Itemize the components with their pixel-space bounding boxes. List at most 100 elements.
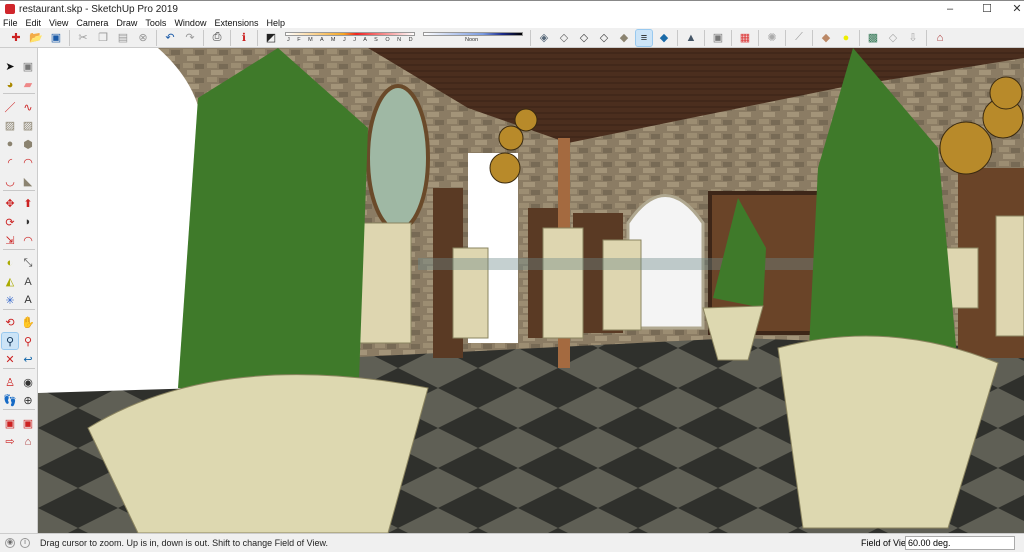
toolbar-separator bbox=[69, 29, 70, 46]
monochrome-icon[interactable]: ◆ bbox=[656, 30, 672, 46]
menu-view[interactable]: View bbox=[49, 18, 68, 28]
photo-texture-icon[interactable]: ◇ bbox=[885, 30, 901, 46]
walk-icon[interactable]: 👣 bbox=[2, 393, 18, 409]
paint-bucket-icon[interactable]: ◕ bbox=[2, 77, 18, 93]
back-edges-icon[interactable]: ◇ bbox=[556, 30, 572, 46]
move-icon[interactable]: ✥ bbox=[2, 196, 18, 212]
freehand-icon[interactable]: ∿ bbox=[20, 99, 36, 115]
close-button[interactable]: ✕ bbox=[1002, 1, 1024, 18]
toolbar-separator bbox=[812, 29, 813, 46]
arc-icon[interactable]: ◜ bbox=[2, 155, 18, 171]
xray-icon[interactable]: ◈ bbox=[536, 30, 552, 46]
component-icon[interactable]: ▣ bbox=[20, 58, 36, 74]
dimension-icon[interactable]: ⤡ bbox=[20, 255, 36, 271]
tape-measure-icon[interactable]: ◐ bbox=[2, 255, 18, 271]
two-point-arc-icon[interactable]: ◠ bbox=[20, 155, 36, 171]
protractor-icon[interactable]: ◭ bbox=[2, 274, 18, 290]
push-pull-icon[interactable]: ⬆ bbox=[20, 196, 36, 212]
pan-icon[interactable]: ✋ bbox=[20, 315, 36, 331]
menu-draw[interactable]: Draw bbox=[116, 18, 137, 28]
menu-extensions[interactable]: Extensions bbox=[214, 18, 258, 28]
minimize-button[interactable]: – bbox=[935, 1, 965, 18]
3d-viewport[interactable] bbox=[38, 48, 1024, 533]
measurements-box[interactable]: 60.00 deg. bbox=[905, 536, 1015, 550]
window-title: restaurant.skp - SketchUp Pro 2019 bbox=[19, 3, 178, 15]
eraser-icon[interactable]: ▰ bbox=[20, 77, 36, 93]
polygon-icon[interactable]: ⬢ bbox=[20, 136, 36, 152]
info-icon[interactable]: i bbox=[20, 538, 30, 548]
new-icon[interactable]: ✚ bbox=[8, 30, 24, 46]
zoom-window-icon[interactable]: ⚲ bbox=[20, 333, 36, 349]
menu-tools[interactable]: Tools bbox=[145, 18, 166, 28]
three-point-arc-icon[interactable]: ◡ bbox=[2, 173, 18, 189]
previous-view-icon[interactable]: ↩ bbox=[20, 352, 36, 368]
menu-help[interactable]: Help bbox=[266, 18, 285, 28]
follow-me-icon[interactable]: ◗ bbox=[20, 214, 36, 230]
menu-window[interactable]: Window bbox=[174, 18, 206, 28]
geo-location-icon[interactable]: ▩ bbox=[865, 30, 881, 46]
measure-icon[interactable]: ⟋ bbox=[791, 30, 807, 46]
zoom-extents-icon[interactable]: ✕ bbox=[2, 352, 18, 368]
menu-file[interactable]: File bbox=[3, 18, 18, 28]
scale-icon[interactable]: ⇲ bbox=[2, 233, 18, 249]
scene-render bbox=[38, 48, 1024, 533]
sandbox-icon[interactable]: ✺ bbox=[764, 30, 780, 46]
section-plane-icon[interactable]: ⊕ bbox=[20, 393, 36, 409]
zoom-icon[interactable]: ⚲ bbox=[1, 332, 19, 350]
hidden-line-icon[interactable]: ◇ bbox=[596, 30, 612, 46]
shaded-icon[interactable]: ◆ bbox=[616, 30, 632, 46]
rotate-icon[interactable]: ⟳ bbox=[2, 214, 18, 230]
extension-icon[interactable]: ⇩ bbox=[905, 30, 921, 46]
line-icon[interactable]: ／ bbox=[2, 99, 18, 115]
toolbar-separator bbox=[859, 29, 860, 46]
rectangle-icon[interactable]: ▨ bbox=[2, 118, 18, 134]
toolbar-separator bbox=[3, 249, 35, 250]
copy-icon[interactable]: ❐ bbox=[95, 30, 111, 46]
materials-icon[interactable]: ▦ bbox=[737, 30, 753, 46]
title-bar: restaurant.skp - SketchUp Pro 2019 – ☐ ✕ bbox=[0, 0, 1024, 17]
save-icon[interactable]: ▣ bbox=[48, 30, 64, 46]
toolbar-separator bbox=[530, 29, 531, 46]
look-around-icon[interactable]: ◉ bbox=[20, 374, 36, 390]
shadow-time-label: Noon bbox=[465, 36, 479, 43]
offset-icon[interactable]: ◠ bbox=[20, 233, 36, 249]
share-model-icon[interactable]: ⇨ bbox=[2, 434, 18, 450]
erase-icon[interactable]: ⊗ bbox=[135, 30, 151, 46]
extension-warehouse-icon[interactable]: ⌂ bbox=[20, 434, 36, 450]
select-icon[interactable]: ➤ bbox=[2, 58, 18, 74]
send-to-layout-icon[interactable]: ▣ bbox=[2, 415, 18, 431]
cut-icon[interactable]: ✂ bbox=[75, 30, 91, 46]
shadow-date-slider[interactable]: J F M A M J J A S O N D bbox=[285, 31, 416, 44]
open-icon[interactable]: 📂 bbox=[28, 30, 44, 46]
menu-edit[interactable]: Edit bbox=[26, 18, 42, 28]
shaded-textures-icon[interactable]: ≡ bbox=[635, 28, 653, 47]
extension-warehouse-icon[interactable]: ⌂ bbox=[932, 30, 948, 46]
large-tool-set: ➤ ▣ ◕ ▰ ／ ∿ ▨ ▨ ● ⬢ ◜ ◠ ◡ ◣ ✥ ⬆ ⟳ ◗ ⇲ ◠ ◐ ⤡ ◭ A ✳ A ⟲ ✋ ⚲ ⚲ ✕ ↩ ♙ ◉ 👣 ⊕ ▣ ▣ ⇨ ⌂ bbox=[0, 48, 38, 533]
redo-icon[interactable]: ↷ bbox=[182, 30, 198, 46]
component-icon[interactable]: ▣ bbox=[710, 30, 726, 46]
print-icon[interactable]: ⎙ bbox=[209, 30, 225, 46]
3d-warehouse-icon[interactable]: ▣ bbox=[20, 415, 36, 431]
geo-location-status-icon[interactable]: ◉ bbox=[5, 538, 15, 548]
wireframe-icon[interactable]: ◇ bbox=[576, 30, 592, 46]
position-camera-icon[interactable]: ♙ bbox=[2, 374, 18, 390]
shadows-toggle-icon[interactable]: ◩ bbox=[263, 30, 279, 46]
sketchup-logo-icon bbox=[5, 4, 15, 14]
light-icon[interactable]: ● bbox=[838, 30, 854, 46]
circle-icon[interactable]: ● bbox=[2, 136, 18, 152]
text-icon[interactable]: A bbox=[20, 274, 36, 290]
warehouse-icon[interactable]: ▲ bbox=[683, 30, 699, 46]
axes-icon[interactable]: ✳ bbox=[2, 292, 18, 308]
styles-icon[interactable]: ◆ bbox=[818, 30, 834, 46]
maximize-button[interactable]: ☐ bbox=[972, 1, 1002, 18]
paste-icon[interactable]: ▤ bbox=[115, 30, 131, 46]
orbit-icon[interactable]: ⟲ bbox=[2, 315, 18, 331]
shadow-time-slider[interactable]: Noon bbox=[423, 31, 523, 44]
pie-icon[interactable]: ◣ bbox=[20, 173, 36, 189]
model-info-icon[interactable]: ℹ bbox=[236, 30, 252, 46]
3d-text-icon[interactable]: A bbox=[20, 292, 36, 308]
undo-icon[interactable]: ↶ bbox=[162, 30, 178, 46]
shadow-months-label: J F M A M J J A S O N D bbox=[287, 36, 416, 43]
menu-camera[interactable]: Camera bbox=[76, 18, 108, 28]
rotated-rectangle-icon[interactable]: ▨ bbox=[20, 118, 36, 134]
